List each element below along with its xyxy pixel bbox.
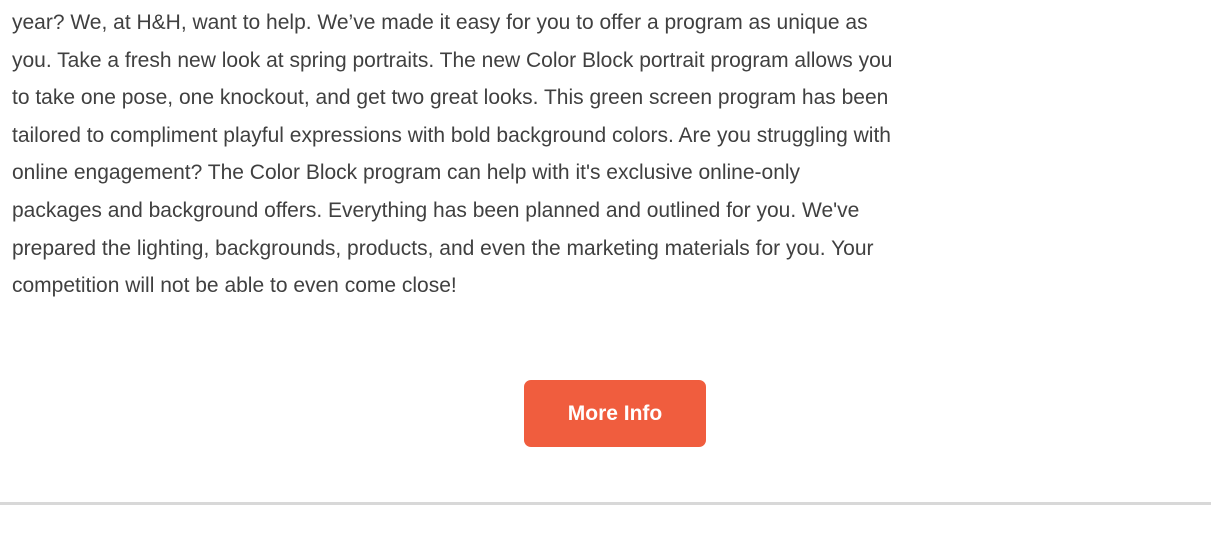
article-line-5: online engagement? The Color Block progr… bbox=[12, 161, 801, 185]
article-line-1: year? We, at H&H, want to help. We’ve ma… bbox=[12, 11, 868, 34]
article-line-7: prepared the lighting, backgrounds, prod… bbox=[12, 236, 874, 260]
article-line-3: to take one pose, one knockout, and get … bbox=[12, 86, 889, 110]
article-paragraph: year? We, at H&H, want to help. We’ve ma… bbox=[12, 4, 1211, 305]
more-info-button[interactable]: More Info bbox=[524, 380, 706, 447]
article-line-6: packages and background offers. Everythi… bbox=[12, 198, 860, 222]
article-line-8: competition will not be able to even com… bbox=[12, 274, 457, 298]
article-line-4: tailored to compliment playful expressio… bbox=[12, 123, 891, 147]
section-divider bbox=[0, 502, 1211, 505]
email-body: year? We, at H&H, want to help. We’ve ma… bbox=[0, 0, 1211, 544]
article-line-2: you. Take a fresh new look at spring por… bbox=[12, 48, 893, 72]
